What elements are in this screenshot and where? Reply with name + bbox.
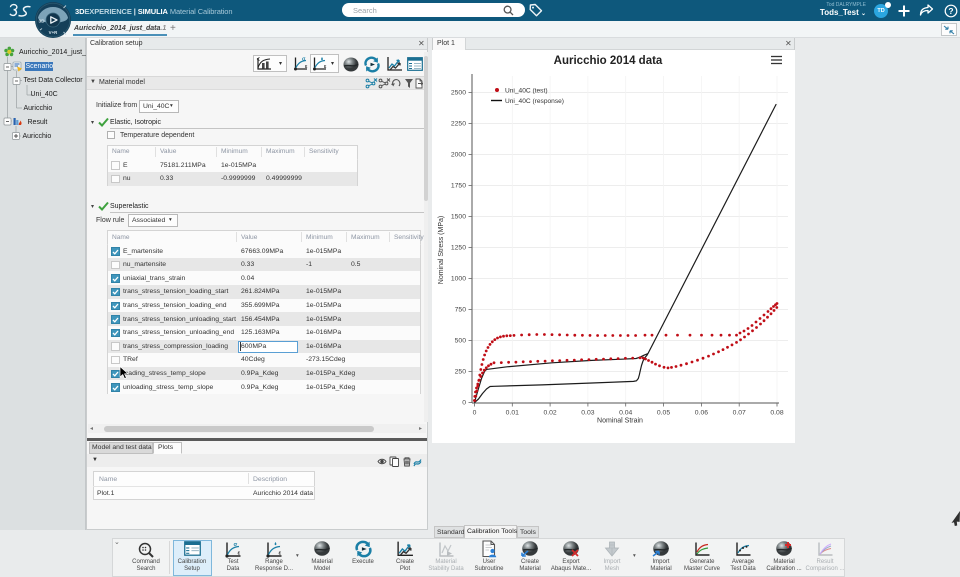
svg-text:3D: 3D [39,19,46,25]
svg-text:1000: 1000 [451,276,466,283]
svg-text:σ: σ [302,57,306,63]
svg-text:Nominal Strain: Nominal Strain [597,418,643,425]
svg-text:σ: σ [234,542,238,548]
svg-text:0.03: 0.03 [581,410,594,417]
svg-text:0: 0 [473,410,477,417]
svg-text:500: 500 [455,338,467,345]
svg-text:2000: 2000 [451,152,466,159]
svg-text:0.07: 0.07 [733,410,746,417]
svg-text:750: 750 [455,307,467,314]
svg-text:0.04: 0.04 [619,410,632,417]
svg-text:0.06: 0.06 [695,410,708,417]
svg-text:V+R: V+R [49,30,58,35]
svg-text:0.05: 0.05 [657,410,670,417]
svg-text:250: 250 [455,369,467,376]
svg-text:Auricchio 2014 data: Auricchio 2014 data [554,55,663,67]
svg-text:ε: ε [238,551,241,557]
svg-text:ε: ε [279,551,282,557]
svg-text:0: 0 [462,400,466,407]
svg-text:1750: 1750 [451,183,466,190]
svg-text:ε: ε [305,64,308,70]
svg-text:0.02: 0.02 [543,410,556,417]
svg-text:1250: 1250 [451,245,466,252]
svg-text:2500: 2500 [451,90,466,97]
svg-text:0.08: 0.08 [770,410,783,417]
svg-text:Uni_40C (response): Uni_40C (response) [505,98,564,105]
svg-text:0.01: 0.01 [506,410,519,417]
svg-text:Nominal Stress (MPa): Nominal Stress (MPa) [438,216,445,284]
svg-text:ε: ε [324,64,327,70]
svg-text:?: ? [948,5,953,15]
svg-text:1500: 1500 [451,214,466,221]
svg-text:Uni_40C (test): Uni_40C (test) [505,88,548,95]
svg-text:2250: 2250 [451,121,466,128]
